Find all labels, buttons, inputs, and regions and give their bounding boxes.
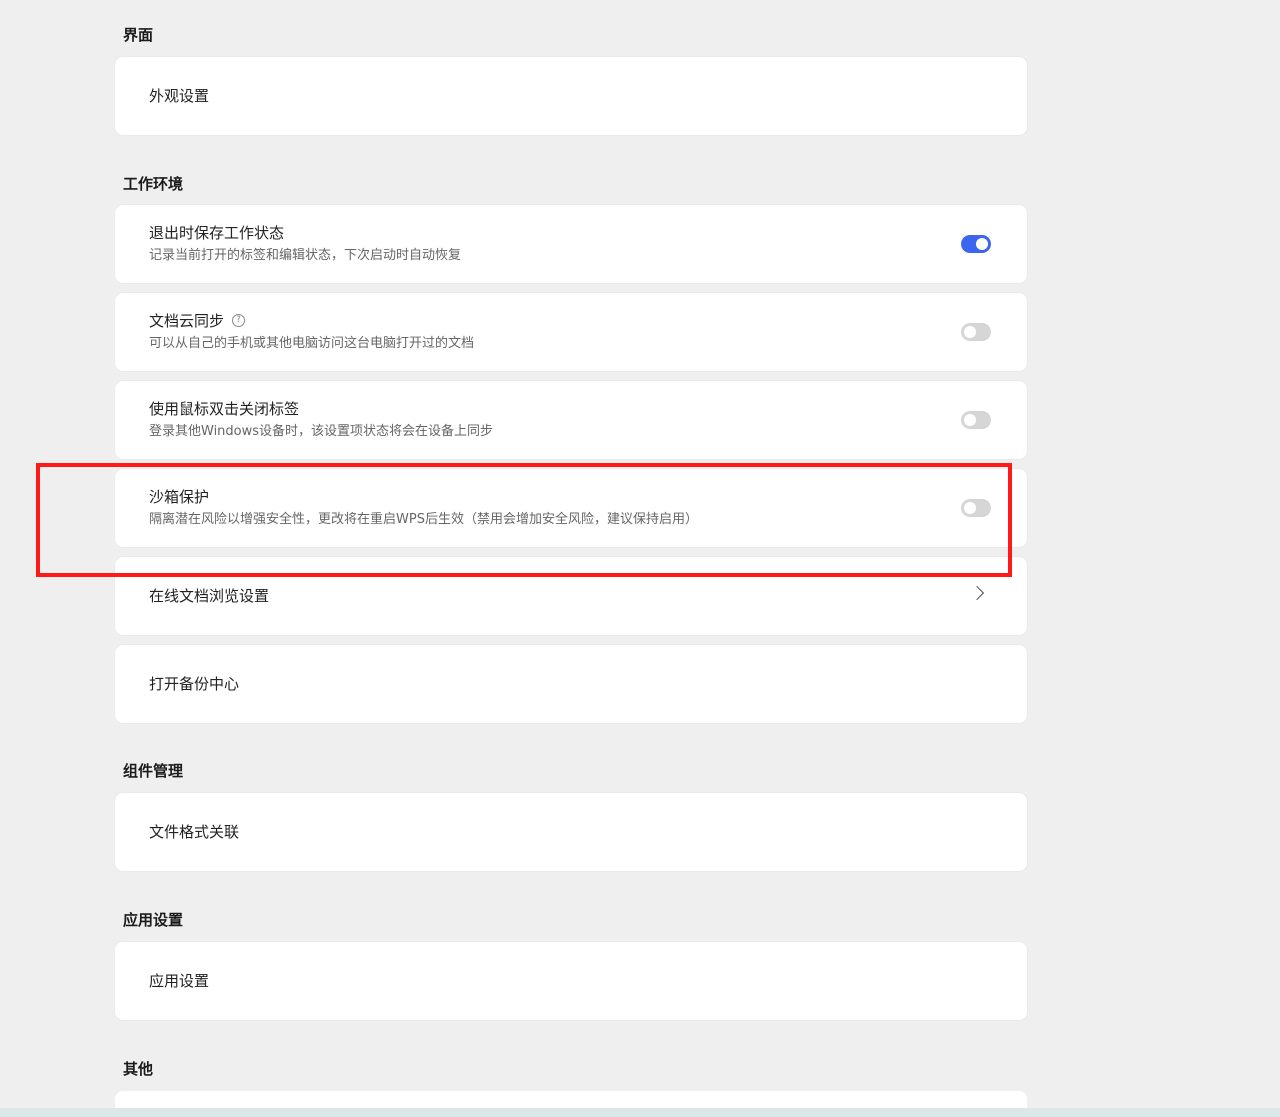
appearance-settings-label: 外观设置 (149, 87, 210, 105)
toggle-knob (976, 238, 988, 250)
toggle-knob (964, 326, 976, 338)
sandbox-protection-description: 隔离潜在风险以增强安全性，更改将在重启WPS后生效（禁用会增加安全风险，建议保持… (149, 512, 698, 527)
document-cloud-sync-toggle[interactable] (961, 323, 991, 341)
sandbox-protection-card: 沙箱保护 隔离潜在风险以增强安全性，更改将在重启WPS后生效（禁用会增加安全风险… (115, 469, 1027, 547)
double-click-close-tab-title: 使用鼠标双击关闭标签 (149, 400, 300, 418)
chevron-right-icon (969, 585, 985, 601)
open-backup-center-label: 打开备份中心 (149, 675, 240, 693)
app-settings-label: 应用设置 (149, 972, 210, 990)
save-work-state-card: 退出时保存工作状态 记录当前打开的标签和编辑状态，下次启动时自动恢复 (115, 205, 1027, 283)
save-work-state-toggle[interactable] (961, 235, 991, 253)
section-title-workspace: 工作环境 (123, 175, 184, 193)
sandbox-protection-toggle[interactable] (961, 499, 991, 517)
document-cloud-sync-title-row: 文档云同步? (149, 312, 246, 330)
save-work-state-description: 记录当前打开的标签和编辑状态，下次启动时自动恢复 (149, 248, 462, 263)
document-cloud-sync-description: 可以从自己的手机或其他电脑访问这台电脑打开过的文档 (149, 336, 475, 351)
document-cloud-sync-title: 文档云同步 (149, 312, 225, 330)
file-format-association-label: 文件格式关联 (149, 823, 240, 841)
app-settings-card[interactable]: 应用设置 (115, 942, 1027, 1020)
double-click-close-tab-card: 使用鼠标双击关闭标签 登录其他Windows设备时，该设置项状态将会在设备上同步 (115, 381, 1027, 459)
toggle-knob (964, 414, 976, 426)
settings-page: 界面 外观设置 工作环境 退出时保存工作状态 记录当前打开的标签和编辑状态，下次… (0, 0, 1280, 1117)
double-click-close-tab-toggle[interactable] (961, 411, 991, 429)
online-document-browse-settings-card[interactable]: 在线文档浏览设置 (115, 557, 1027, 635)
document-cloud-sync-card: 文档云同步? 可以从自己的手机或其他电脑访问这台电脑打开过的文档 (115, 293, 1027, 371)
double-click-close-tab-description: 登录其他Windows设备时，该设置项状态将会在设备上同步 (149, 424, 494, 439)
other-section-card-partial (115, 1091, 1027, 1109)
save-work-state-title: 退出时保存工作状态 (149, 224, 285, 242)
help-icon[interactable]: ? (232, 314, 246, 327)
appearance-settings-card[interactable]: 外观设置 (115, 57, 1027, 135)
section-title-interface: 界面 (123, 26, 154, 44)
bottom-strip (0, 1108, 1280, 1117)
section-title-components: 组件管理 (123, 762, 184, 780)
toggle-knob (964, 502, 976, 514)
section-title-app-settings: 应用设置 (123, 911, 184, 929)
online-document-browse-settings-label: 在线文档浏览设置 (149, 587, 270, 605)
sandbox-protection-title: 沙箱保护 (149, 488, 210, 506)
section-title-other: 其他 (123, 1060, 154, 1078)
file-format-association-card[interactable]: 文件格式关联 (115, 793, 1027, 871)
open-backup-center-card[interactable]: 打开备份中心 (115, 645, 1027, 723)
